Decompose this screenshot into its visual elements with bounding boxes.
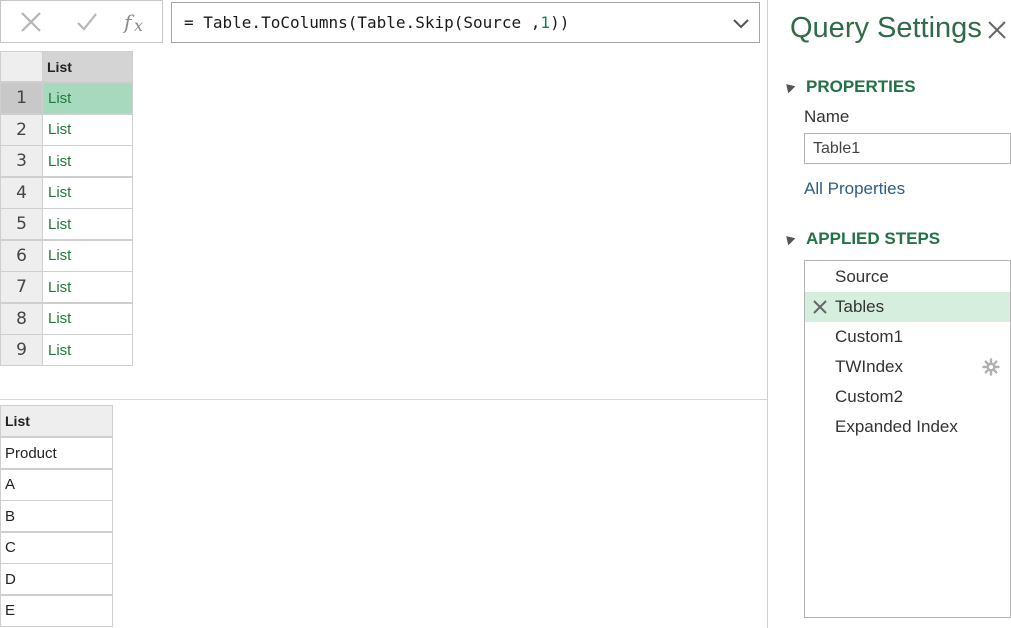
applied-steps-list: Source Tables Custom1 TWIndex Custom2 Expande… (804, 260, 1011, 618)
properties-section-toggle[interactable]: PROPERTIES (782, 77, 916, 97)
preview-header: List (0, 405, 113, 437)
row-number[interactable]: 1 (0, 82, 43, 114)
preview-item: D (0, 563, 113, 595)
list-cell[interactable]: List (42, 334, 133, 366)
applied-step[interactable]: TWIndex (805, 352, 1010, 382)
collapse-triangle-icon (782, 232, 796, 246)
preview-item: A (0, 468, 113, 501)
commit-formula-button[interactable] (72, 7, 102, 37)
preview-item: B (0, 500, 113, 532)
row-number[interactable]: 8 (0, 302, 43, 335)
cancel-formula-button[interactable] (16, 7, 46, 37)
row-number[interactable]: 2 (0, 113, 43, 146)
query-name-input[interactable] (804, 133, 1011, 164)
list-cell[interactable]: List (42, 176, 133, 209)
pane-splitter[interactable] (0, 399, 767, 400)
grid-corner[interactable] (0, 51, 43, 82)
row-number[interactable]: 4 (0, 176, 43, 209)
all-properties-link[interactable]: All Properties (804, 179, 905, 199)
collapse-triangle-icon (782, 80, 796, 94)
applied-step-label: TWIndex (835, 357, 904, 376)
row-number[interactable]: 3 (0, 145, 43, 177)
list-cell[interactable]: List (42, 271, 133, 303)
applied-step[interactable]: Source (805, 262, 1010, 292)
properties-heading: PROPERTIES (806, 77, 916, 96)
list-cell[interactable]: List (42, 239, 133, 272)
list-cell[interactable]: List (42, 113, 133, 146)
applied-step[interactable]: Custom2 (805, 382, 1010, 412)
formula-bar[interactable]: = Table.ToColumns(Table.Skip(Source ,1)) (171, 2, 760, 43)
applied-steps-heading: APPLIED STEPS (806, 229, 941, 248)
list-cell[interactable]: List (42, 208, 133, 240)
insert-function-button[interactable]: f x (121, 7, 151, 37)
list-cell[interactable]: List (42, 82, 133, 114)
panel-title: Query Settings (790, 12, 982, 44)
list-cell[interactable]: List (42, 302, 133, 335)
row-number[interactable]: 5 (0, 208, 43, 240)
svg-text:x: x (134, 16, 143, 35)
preview-item: Product (0, 437, 113, 469)
fx-icon: f x (122, 10, 143, 35)
applied-step[interactable]: Expanded Index (805, 412, 1010, 442)
delete-step-icon[interactable] (812, 299, 828, 315)
applied-step[interactable]: Tables (805, 292, 1010, 322)
gear-icon[interactable] (982, 358, 1000, 376)
applied-step-label: Custom2 (835, 387, 904, 406)
applied-step-label: Tables (835, 297, 885, 316)
formula-text[interactable]: = Table.ToColumns(Table.Skip(Source ,1)) (184, 13, 569, 32)
formula-controls: f x (0, 0, 163, 43)
preview-item: E (0, 594, 113, 627)
row-number[interactable]: 7 (0, 271, 43, 303)
chevron-down-icon[interactable] (731, 14, 751, 34)
applied-step-label: Expanded Index (835, 417, 958, 436)
applied-steps-section-toggle[interactable]: APPLIED STEPS (782, 229, 941, 249)
close-icon[interactable] (985, 18, 1009, 42)
name-label: Name (804, 107, 850, 126)
row-number[interactable]: 6 (0, 239, 43, 272)
query-settings-panel: Query Settings PROPERTIES Name All Prope… (767, 0, 1011, 628)
close-icon (21, 12, 41, 32)
column-header-list[interactable]: List (42, 51, 133, 82)
row-number[interactable]: 9 (0, 334, 43, 366)
applied-step-label: Custom1 (835, 327, 904, 346)
preview-item: C (0, 531, 113, 564)
applied-step[interactable]: Custom1 (805, 322, 1010, 352)
check-icon (77, 13, 97, 31)
applied-step-label: Source (835, 267, 889, 286)
list-cell[interactable]: List (42, 145, 133, 177)
